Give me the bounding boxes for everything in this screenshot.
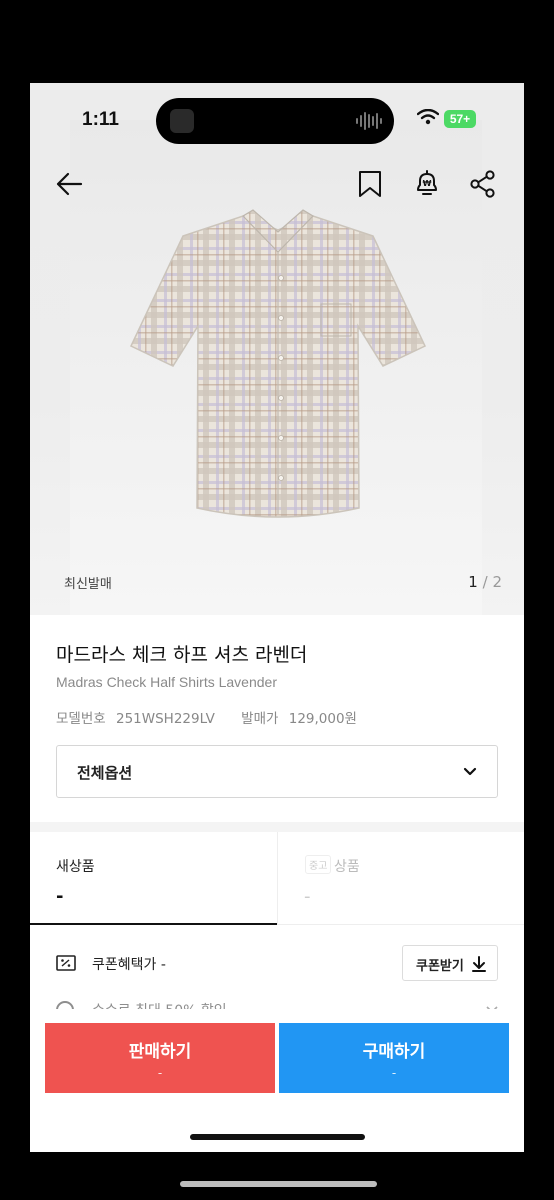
wifi-icon: [417, 109, 439, 125]
option-select[interactable]: 전체옵션: [56, 745, 498, 798]
model-number-value: 251WSH229LV: [115, 711, 215, 727]
tab-new-product[interactable]: 새상품 -: [30, 832, 277, 925]
product-image-area[interactable]: 1:11 57+ ₩ 최신발매 1 / 2: [30, 83, 524, 615]
camera-icon: [170, 109, 194, 133]
sell-button-price: -: [157, 1066, 163, 1080]
release-price-label: 발매가: [241, 711, 279, 727]
tab-used-price: -: [304, 886, 311, 907]
tab-new-price: -: [56, 886, 64, 907]
option-select-label: 전체옵션: [77, 764, 133, 782]
pager-current: 1: [468, 573, 478, 591]
dynamic-island: [156, 98, 394, 144]
buy-button[interactable]: 구매하기 -: [279, 1023, 509, 1093]
audio-waveform-icon: [356, 112, 382, 130]
svg-text:₩: ₩: [423, 179, 432, 188]
won-bell-icon[interactable]: ₩: [412, 169, 442, 199]
chevron-down-icon: [463, 767, 477, 776]
tab-new-label: 새상품: [56, 859, 95, 875]
tab-used-product[interactable]: 중고 상품 -: [277, 832, 524, 925]
tab-used-label: 상품: [334, 859, 360, 875]
status-time: 1:11: [82, 109, 119, 130]
release-price-value: 129,000원: [288, 711, 357, 727]
download-icon: [472, 956, 486, 972]
home-indicator[interactable]: [190, 1134, 365, 1140]
buy-button-price: -: [391, 1066, 397, 1080]
app-screen: 1:11 57+ ₩ 최신발매 1 / 2 마드라스 체크 하프 셔츠 라벤더 …: [30, 83, 524, 1152]
product-meta: 모델번호 251WSH229LV 발매가 129,000원: [56, 707, 363, 727]
section-divider: [30, 822, 524, 832]
get-coupon-button[interactable]: 쿠폰받기: [402, 945, 498, 981]
coupon-benefit-text: 쿠폰혜택가 -: [92, 957, 166, 973]
buy-button-label: 구매하기: [362, 1042, 426, 1062]
sell-button[interactable]: 판매하기 -: [45, 1023, 275, 1093]
get-coupon-label: 쿠폰받기: [416, 959, 464, 974]
image-pager: 1 / 2: [468, 573, 502, 591]
coupon-icon: [56, 955, 76, 971]
product-name-en: Madras Check Half Shirts Lavender: [56, 674, 277, 690]
battery-indicator: 57+: [444, 110, 476, 128]
share-icon[interactable]: [468, 169, 498, 199]
product-shirt-image: [130, 209, 426, 518]
bottom-action-bar: 판매하기 - 구매하기 -: [30, 1009, 524, 1152]
model-number-label: 모델번호: [56, 711, 106, 727]
pager-total: 2: [492, 573, 502, 591]
release-tag: 최신발매: [64, 577, 112, 592]
outer-home-indicator: [180, 1181, 377, 1187]
sell-button-label: 판매하기: [128, 1042, 192, 1062]
arrow-left-icon[interactable]: [54, 169, 84, 199]
pager-separator: /: [482, 573, 488, 591]
used-badge: 중고: [305, 855, 332, 874]
product-name-ko: 마드라스 체크 하프 셔츠 라벤더: [56, 644, 308, 666]
bookmark-icon[interactable]: [355, 169, 385, 199]
